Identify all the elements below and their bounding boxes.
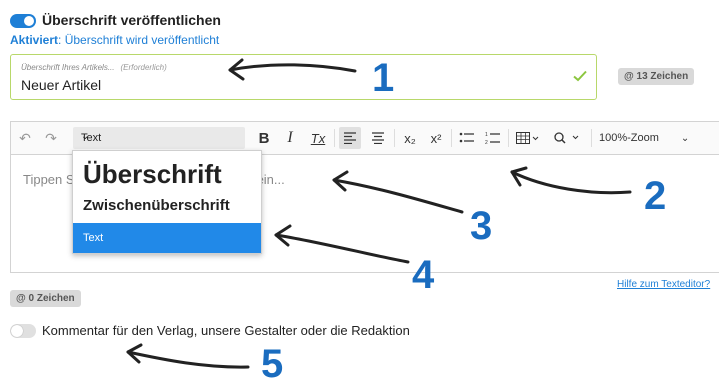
arrow-1-icon [228, 63, 357, 73]
annotation-number-2: 2 [644, 174, 667, 218]
annotation-number-5: 5 [261, 342, 284, 386]
arrow-4-icon [274, 233, 410, 264]
annotation-number-3: 3 [470, 204, 493, 248]
arrow-3-icon [332, 178, 464, 214]
arrow-2-icon [510, 170, 632, 195]
arrow-5-icon [126, 350, 250, 369]
annotation-number-4: 4 [412, 253, 435, 297]
annotation-number-1: 1 [372, 56, 395, 100]
annotation-arrows [126, 58, 632, 369]
